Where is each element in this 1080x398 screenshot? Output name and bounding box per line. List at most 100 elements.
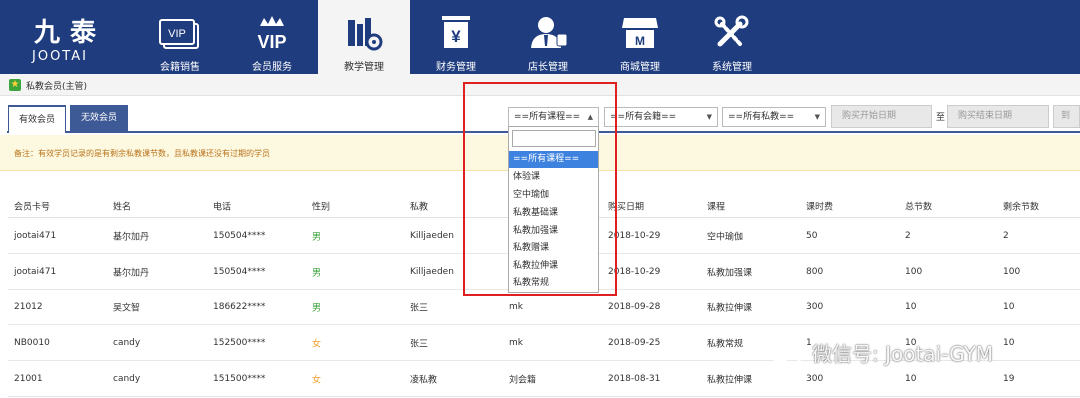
table-cell: 100: [905, 266, 923, 277]
nav-item-finance[interactable]: ¥ 财务管理: [410, 0, 502, 74]
caret-down-icon: ▼: [814, 113, 820, 121]
watermark-text: 微信号: Jootai-GYM: [812, 342, 994, 366]
nav-item-system[interactable]: 系统管理: [686, 0, 778, 74]
table-cell: candy: [113, 373, 141, 384]
table-cell: 300: [806, 373, 824, 384]
nav-item-membership-sales[interactable]: VIP 会籍销售: [134, 0, 226, 74]
wechat-icon: [767, 342, 803, 364]
star-icon: ★: [9, 79, 21, 91]
end-date-input[interactable]: 购买结束日期: [947, 105, 1049, 128]
nav-item-store-manager[interactable]: 店长管理: [502, 0, 594, 74]
highlight-box: [463, 82, 617, 296]
table-cell: 2: [1003, 230, 1009, 241]
tools-icon: [714, 15, 749, 47]
table-cell: 女: [312, 375, 322, 385]
start-date-input[interactable]: 购买开始日期: [831, 105, 932, 128]
table-cell: 10: [905, 373, 917, 384]
breadcrumb-title: 私教会员(主管): [26, 82, 88, 92]
column-header: 姓名: [113, 202, 132, 212]
nav-item-teaching[interactable]: 教学管理: [318, 0, 410, 74]
table-cell: 100: [1003, 266, 1021, 277]
table-cell: jootai471: [14, 266, 57, 277]
coach-select-value: ==所有私教==: [728, 112, 795, 122]
table-cell: 私教拉伸课: [707, 303, 753, 313]
table-cell: 10: [905, 301, 917, 312]
nav-label: 财务管理: [436, 62, 476, 73]
table-cell: 女: [312, 339, 322, 349]
table-cell: 800: [806, 266, 824, 277]
svg-text:VIP: VIP: [257, 32, 286, 52]
nav-item-mall[interactable]: M 商城管理: [594, 0, 686, 74]
column-header: 课程: [707, 202, 726, 212]
books-gear-icon: [348, 18, 383, 51]
table-cell: 男: [312, 268, 322, 278]
column-header: 电话: [213, 202, 232, 212]
table-cell: 2: [905, 230, 911, 241]
column-header: 私教: [410, 202, 429, 212]
table-cell: 2018-08-31: [608, 373, 661, 384]
nav-item-member-service[interactable]: VIP 会员服务: [226, 0, 318, 74]
nav-label: 会籍销售: [160, 62, 200, 73]
watermark: 微信号: Jootai-GYM: [764, 338, 1064, 368]
table-cell: NB0010: [14, 337, 50, 348]
column-header: 课时费: [806, 202, 834, 212]
table-cell: candy: [113, 337, 141, 348]
table-cell: 2018-09-25: [608, 337, 661, 348]
membership-select[interactable]: ==所有会籍== ▼: [604, 107, 718, 127]
svg-text:M: M: [635, 34, 645, 48]
table-cell: 空中瑜伽: [707, 232, 744, 242]
table-cell: 男: [312, 303, 322, 313]
svg-text:¥: ¥: [451, 27, 461, 46]
nav-label: 会员服务: [252, 62, 292, 73]
table-cell: 300: [806, 301, 824, 312]
table-cell: 凌私教: [410, 375, 438, 385]
logo-english: JOOTAI: [32, 49, 88, 64]
membership-select-value: ==所有会籍==: [610, 112, 677, 122]
table-cell: jootai471: [14, 230, 57, 241]
cut-off-button[interactable]: 到: [1053, 105, 1080, 128]
table-cell: 男: [312, 232, 322, 242]
nav-label: 系统管理: [712, 62, 752, 73]
vip-crown-icon: VIP: [257, 16, 287, 52]
table-cell: 19: [1003, 373, 1015, 384]
table-cell: 150504****: [213, 266, 266, 277]
table-cell: 刘会籍: [509, 375, 537, 385]
nav-label: 商城管理: [620, 62, 660, 73]
table-cell: 21001: [14, 373, 43, 384]
top-nav: 九泰 JOOTAI VIP 会籍销售 VIP 会员服务 教学管理 ¥ 财务管理 …: [0, 0, 1080, 74]
table-cell: 吴文智: [113, 303, 141, 313]
tab-inactive-members[interactable]: 无效会员: [70, 105, 128, 133]
table-cell: mk: [509, 301, 523, 312]
manager-icon: [531, 17, 568, 48]
note-text: 备注：有效学员记录的是有剩余私教课节数，且私教课还没有过期的学员: [14, 149, 270, 158]
table-cell: 基尔加丹: [113, 268, 150, 278]
yuan-box-icon: ¥: [442, 16, 470, 48]
caret-down-icon: ▼: [706, 113, 712, 121]
table-cell: 张三: [410, 303, 429, 313]
table-cell: 私教拉伸课: [707, 375, 753, 385]
table-cell: 私教加强课: [707, 268, 753, 278]
logo-chinese: 九泰: [34, 18, 107, 48]
column-header: 剩余节数: [1003, 202, 1040, 212]
table-cell: 50: [806, 230, 818, 241]
nav-label: 店长管理: [528, 62, 568, 73]
table-cell: 21012: [14, 301, 43, 312]
table-cell: 基尔加丹: [113, 232, 150, 242]
table-cell: 张三: [410, 339, 429, 349]
store-icon: M: [622, 18, 658, 48]
table-cell: 10: [1003, 301, 1015, 312]
date-range-separator: 至: [936, 113, 946, 123]
column-header: 会员卡号: [14, 202, 51, 212]
table-cell: mk: [509, 337, 523, 348]
coach-select[interactable]: ==所有私教== ▼: [722, 107, 826, 127]
vip-card-icon: VIP: [159, 19, 199, 49]
svg-text:VIP: VIP: [168, 28, 186, 40]
nav-label: 教学管理: [344, 62, 384, 73]
table-cell: Killjaeden: [410, 230, 454, 241]
table-cell: 150504****: [213, 230, 266, 241]
table-cell: 私教常规: [707, 339, 744, 349]
column-header: 总节数: [905, 202, 933, 212]
table-cell: Killjaeden: [410, 266, 454, 277]
column-header: 性别: [312, 202, 331, 212]
tab-active-members[interactable]: 有效会员: [8, 105, 66, 133]
